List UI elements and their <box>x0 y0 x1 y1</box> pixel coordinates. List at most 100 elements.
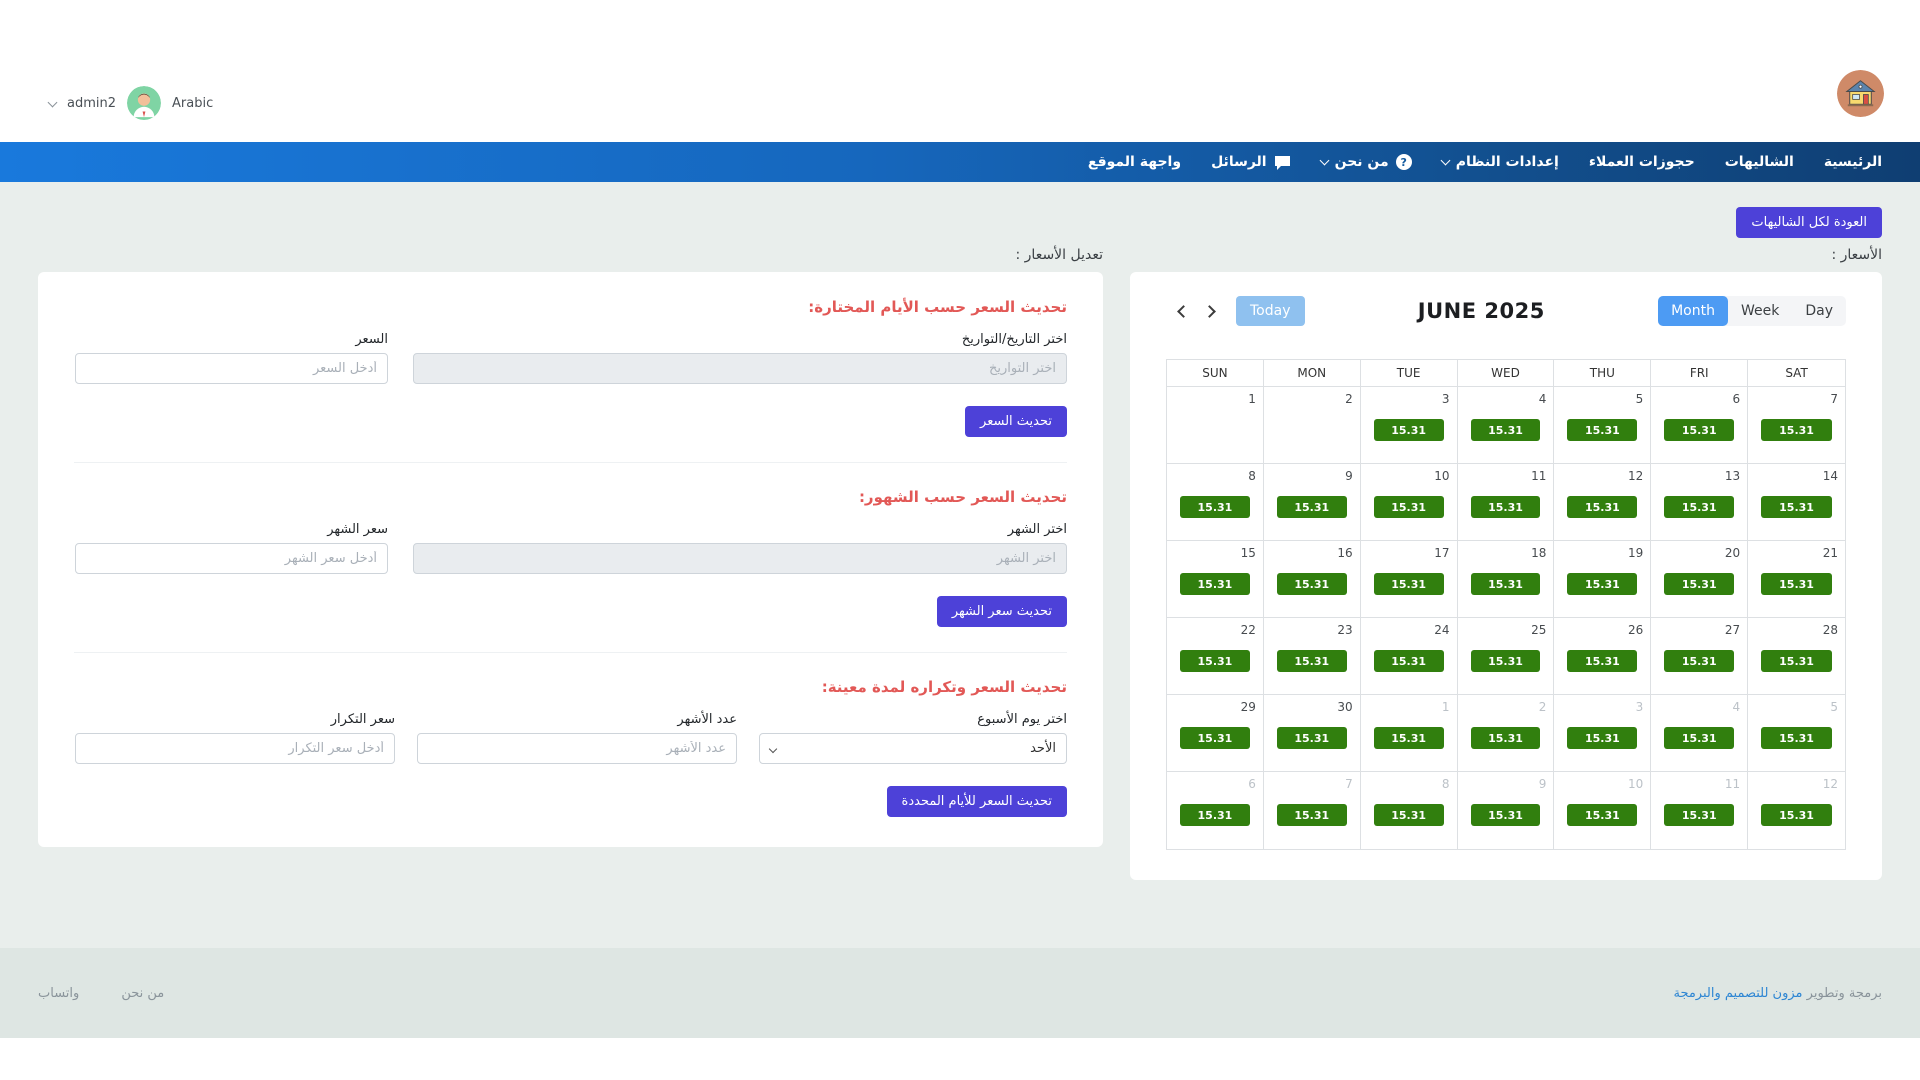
dates-input[interactable] <box>413 353 1067 384</box>
price-input[interactable] <box>75 353 388 384</box>
calendar-day-cell[interactable]: 2015.31 <box>1651 541 1748 618</box>
month-price-input[interactable] <box>75 543 388 574</box>
price-badge[interactable]: 15.31 <box>1180 650 1250 672</box>
nav-item-chalets[interactable]: الشاليهات <box>1725 154 1794 170</box>
price-badge[interactable]: 15.31 <box>1761 419 1832 441</box>
calendar-day-cell[interactable]: 815.31 <box>1361 772 1458 849</box>
update-month-price-button[interactable]: تحديث سعر الشهر <box>937 596 1067 627</box>
site-logo[interactable] <box>1837 70 1884 117</box>
price-badge[interactable]: 15.31 <box>1374 573 1444 595</box>
price-badge[interactable]: 15.31 <box>1664 727 1734 749</box>
calendar-day-cell[interactable]: 2715.31 <box>1651 618 1748 695</box>
calendar-day-cell[interactable]: 715.31 <box>1264 772 1361 849</box>
price-badge[interactable]: 15.31 <box>1471 804 1541 826</box>
user-menu[interactable]: admin2 Arabic <box>49 86 213 120</box>
view-week-button[interactable]: Week <box>1728 296 1792 326</box>
price-badge[interactable]: 15.31 <box>1664 496 1734 518</box>
calendar-day-cell[interactable]: 2215.31 <box>1167 618 1264 695</box>
price-badge[interactable]: 15.31 <box>1761 573 1832 595</box>
price-badge[interactable]: 15.31 <box>1664 419 1734 441</box>
calendar-day-cell[interactable]: 1215.31 <box>1748 772 1845 849</box>
price-badge[interactable]: 15.31 <box>1761 804 1832 826</box>
back-to-chalets-button[interactable]: العودة لكل الشاليهات <box>1736 207 1882 238</box>
calendar-day-cell[interactable]: 2415.31 <box>1361 618 1458 695</box>
calendar-day-cell[interactable]: 815.31 <box>1167 464 1264 541</box>
price-badge[interactable]: 15.31 <box>1567 496 1637 518</box>
price-badge[interactable]: 15.31 <box>1277 650 1347 672</box>
price-badge[interactable]: 15.31 <box>1180 804 1250 826</box>
price-badge[interactable]: 15.31 <box>1761 496 1832 518</box>
calendar-day-cell[interactable]: 2815.31 <box>1748 618 1845 695</box>
calendar-day-cell[interactable]: 1215.31 <box>1554 464 1651 541</box>
price-badge[interactable]: 15.31 <box>1471 650 1541 672</box>
calendar-day-cell[interactable]: 515.31 <box>1748 695 1845 772</box>
calendar-day-cell[interactable]: 1915.31 <box>1554 541 1651 618</box>
language-selector[interactable]: Arabic <box>172 96 213 111</box>
price-badge[interactable]: 15.31 <box>1471 496 1541 518</box>
price-badge[interactable]: 15.31 <box>1374 727 1444 749</box>
month-input[interactable] <box>413 543 1067 574</box>
calendar-day-cell[interactable]: 1715.31 <box>1361 541 1458 618</box>
nav-item-messages[interactable]: الرسائل <box>1211 154 1291 170</box>
nav-item-site-frontend[interactable]: واجهة الموقع <box>1088 154 1181 170</box>
next-month-button[interactable] <box>1196 296 1226 326</box>
user-avatar[interactable] <box>127 86 161 120</box>
calendar-day-cell[interactable]: 1115.31 <box>1458 464 1555 541</box>
calendar-day-cell[interactable]: 115.31 <box>1361 695 1458 772</box>
price-badge[interactable]: 15.31 <box>1664 650 1734 672</box>
calendar-day-cell[interactable]: 1 <box>1167 387 1264 464</box>
calendar-day-cell[interactable]: 1315.31 <box>1651 464 1748 541</box>
price-badge[interactable]: 15.31 <box>1664 573 1734 595</box>
price-badge[interactable]: 15.31 <box>1374 496 1444 518</box>
price-badge[interactable]: 15.31 <box>1761 727 1832 749</box>
calendar-day-cell[interactable]: 915.31 <box>1458 772 1555 849</box>
calendar-day-cell[interactable]: 215.31 <box>1458 695 1555 772</box>
calendar-day-cell[interactable]: 1015.31 <box>1361 464 1458 541</box>
footer-link-about[interactable]: من نحن <box>121 986 164 1001</box>
calendar-day-cell[interactable]: 2315.31 <box>1264 618 1361 695</box>
price-badge[interactable]: 15.31 <box>1567 804 1637 826</box>
prev-month-button[interactable] <box>1166 296 1196 326</box>
calendar-day-cell[interactable]: 615.31 <box>1651 387 1748 464</box>
months-count-input[interactable] <box>417 733 737 764</box>
price-badge[interactable]: 15.31 <box>1471 419 1541 441</box>
today-button[interactable]: Today <box>1236 296 1305 326</box>
price-badge[interactable]: 15.31 <box>1567 573 1637 595</box>
calendar-day-cell[interactable]: 1115.31 <box>1651 772 1748 849</box>
price-badge[interactable]: 15.31 <box>1374 419 1444 441</box>
calendar-day-cell[interactable]: 2115.31 <box>1748 541 1845 618</box>
price-badge[interactable]: 15.31 <box>1180 727 1250 749</box>
price-badge[interactable]: 15.31 <box>1567 650 1637 672</box>
calendar-day-cell[interactable]: 315.31 <box>1361 387 1458 464</box>
price-badge[interactable]: 15.31 <box>1567 419 1637 441</box>
calendar-day-cell[interactable]: 515.31 <box>1554 387 1651 464</box>
calendar-day-cell[interactable]: 1015.31 <box>1554 772 1651 849</box>
nav-item-home[interactable]: الرئيسية <box>1824 154 1882 170</box>
price-badge[interactable]: 15.31 <box>1664 804 1734 826</box>
calendar-day-cell[interactable]: 2615.31 <box>1554 618 1651 695</box>
price-badge[interactable]: 15.31 <box>1277 804 1347 826</box>
repeat-price-input[interactable] <box>75 733 395 764</box>
price-badge[interactable]: 15.31 <box>1180 496 1250 518</box>
weekday-select[interactable]: الأحد <box>759 733 1067 764</box>
calendar-day-cell[interactable]: 715.31 <box>1748 387 1845 464</box>
price-badge[interactable]: 15.31 <box>1374 804 1444 826</box>
calendar-day-cell[interactable]: 3015.31 <box>1264 695 1361 772</box>
calendar-day-cell[interactable]: 2915.31 <box>1167 695 1264 772</box>
calendar-day-cell[interactable]: 2515.31 <box>1458 618 1555 695</box>
view-day-button[interactable]: Day <box>1792 296 1846 326</box>
price-badge[interactable]: 15.31 <box>1761 650 1832 672</box>
calendar-day-cell[interactable]: 2 <box>1264 387 1361 464</box>
price-badge[interactable]: 15.31 <box>1567 727 1637 749</box>
calendar-day-cell[interactable]: 315.31 <box>1554 695 1651 772</box>
update-selected-days-button[interactable]: تحديث السعر للأيام المحددة <box>887 786 1067 817</box>
price-badge[interactable]: 15.31 <box>1374 650 1444 672</box>
update-price-button[interactable]: تحديث السعر <box>965 406 1067 437</box>
calendar-day-cell[interactable]: 415.31 <box>1651 695 1748 772</box>
footer-link-whatsapp[interactable]: واتساب <box>38 986 79 1001</box>
calendar-day-cell[interactable]: 615.31 <box>1167 772 1264 849</box>
nav-item-customer-bookings[interactable]: حجوزات العملاء <box>1589 154 1695 170</box>
calendar-day-cell[interactable]: 1515.31 <box>1167 541 1264 618</box>
price-badge[interactable]: 15.31 <box>1180 573 1250 595</box>
nav-item-about-us[interactable]: ? من نحن <box>1321 154 1412 170</box>
